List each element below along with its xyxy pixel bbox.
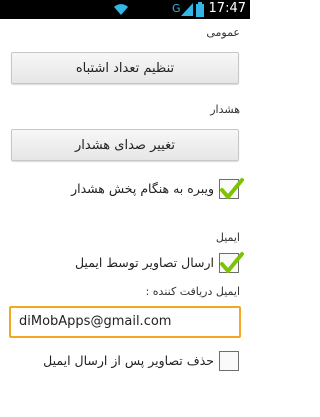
vibrate-label: ویبره به هنگام پخش هشدار xyxy=(71,181,214,196)
section-general: عمومی xyxy=(206,26,240,39)
section-alarm: هشدار xyxy=(210,103,240,116)
wifi-icon xyxy=(114,4,128,15)
network-signal-icon xyxy=(181,3,193,16)
sensitivity-button[interactable]: تنظیم تعداد اشتباه xyxy=(11,52,239,84)
recipient-email-input[interactable]: diMobApps@gmail.com xyxy=(9,306,241,338)
status-time: 17:47 xyxy=(208,1,246,16)
recipient-label: ایمیل دریافت کننده : xyxy=(145,285,240,298)
delete-after-send-checkbox[interactable] xyxy=(219,351,239,371)
delete-after-send-option[interactable]: حذف تصاویر پس از ارسال ایمیل xyxy=(0,348,250,376)
checkmark-icon xyxy=(220,178,244,199)
delete-after-send-label: حذف تصاویر پس از ارسال ایمیل xyxy=(43,353,214,368)
battery-icon xyxy=(196,2,204,17)
send-email-option[interactable]: ارسال تصاویر توسط ایمیل xyxy=(0,250,250,278)
alarm-sound-button[interactable]: تغییر صدای هشدار xyxy=(11,129,239,161)
checkmark-icon xyxy=(220,252,244,273)
send-email-checkbox[interactable] xyxy=(219,252,244,273)
send-email-label: ارسال تصاویر توسط ایمیل xyxy=(74,255,214,270)
section-email: ایمیل xyxy=(215,231,240,244)
vibrate-option[interactable]: ویبره به هنگام پخش هشدار xyxy=(0,176,250,204)
network-type-label: G xyxy=(172,2,181,15)
vibrate-checkbox[interactable] xyxy=(219,178,244,199)
status-bar: G 17:47 xyxy=(0,0,250,19)
